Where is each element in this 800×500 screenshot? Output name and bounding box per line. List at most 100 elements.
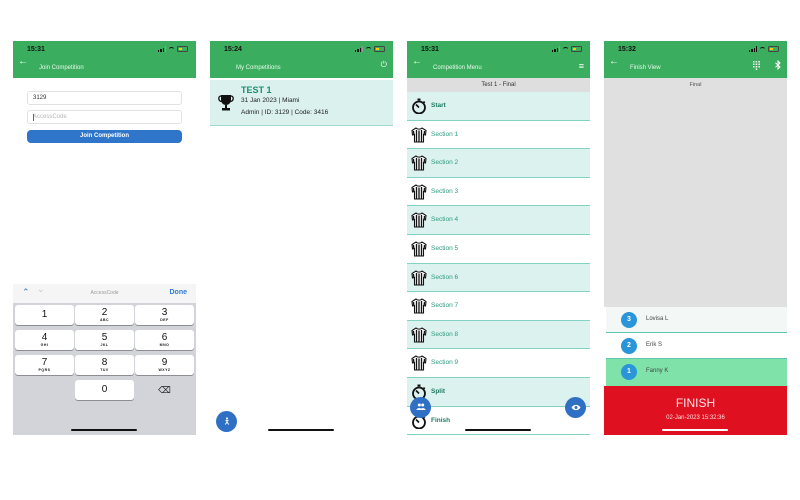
athlete-name: Erik S (646, 342, 663, 348)
wifi-icon (168, 46, 175, 52)
home-indicator[interactable] (268, 429, 334, 431)
done-button[interactable]: Done (170, 289, 188, 296)
menu-item-section-1[interactable]: Section 1 (407, 121, 590, 150)
menu-item-start[interactable]: Start (407, 92, 590, 121)
numeric-keyboard: ⌃ ⌄ AccessCode Done 1 2 ABC 3 DEF 4 GHI 5 JK… (13, 284, 196, 435)
menu-item-section-9[interactable]: Section 9 (407, 349, 590, 378)
keyboard-toolbar: ⌃ ⌄ AccessCode Done (13, 284, 196, 303)
back-arrow-icon[interactable]: ← (609, 56, 619, 67)
menu-item-label: Section 1 (431, 130, 459, 138)
result-row[interactable]: 3 Lovisa L (606, 307, 787, 333)
competition-date-location: 31 Jan 2023 | Miami (241, 97, 300, 104)
person-icon (224, 417, 229, 425)
competition-menu-list: Start Section 1 Section 2 Section 3 Section … (407, 92, 590, 435)
battery-icon (177, 46, 188, 52)
key-9[interactable]: 9 WXYZ (135, 355, 194, 375)
competition-card[interactable]: TEST 1 31 Jan 2023 | Miami Admin | ID: 3… (210, 80, 393, 126)
result-row-winner[interactable]: 1 Fanny K (606, 359, 787, 386)
menu-item-label: Section 4 (431, 216, 459, 224)
access-code-input[interactable]: AccessCode (27, 110, 182, 124)
jersey-icon (411, 241, 427, 257)
jersey-icon (411, 184, 427, 200)
page-title: Finish View (630, 65, 661, 71)
home-indicator[interactable] (662, 429, 728, 431)
battery-icon (768, 46, 779, 52)
competition-subheader: Test 1 - Final (407, 78, 590, 92)
menu-item-label: Section 7 (431, 302, 459, 310)
back-arrow-icon[interactable]: ← (18, 56, 28, 67)
app-bar: 15:32 ← Finish View (604, 41, 787, 78)
group-icon (416, 403, 425, 410)
rank-badge: 3 (621, 312, 637, 328)
result-row[interactable]: 2 Erik S (606, 333, 787, 359)
key-8[interactable]: 8 TUV (75, 355, 134, 375)
menu-item-section-5[interactable]: Section 5 (407, 235, 590, 264)
finish-timestamp: 02-Jan-2023 15:32:36 (666, 415, 725, 421)
key-3[interactable]: 3 DEF (135, 305, 194, 325)
finish-view-screen: 15:32 ← Finish View Final 3 Lovisa L 2 E… (604, 41, 787, 435)
status-icons (355, 46, 385, 52)
heat-label: Final (689, 82, 702, 88)
signal-icon (749, 46, 757, 52)
menu-item-label: Section 3 (431, 187, 459, 195)
key-4[interactable]: 4 GHI (15, 330, 74, 350)
view-fab-button[interactable] (565, 397, 586, 418)
athlete-name: Lovisa L (646, 316, 669, 322)
status-time: 15:31 (27, 46, 45, 53)
key-7[interactable]: 7 PQRS (15, 355, 74, 375)
competition-id-input[interactable]: 3129 (27, 91, 182, 105)
key-1[interactable]: 1 (15, 305, 74, 325)
finish-button[interactable]: FINISH 02-Jan-2023 15:32:36 (604, 386, 787, 435)
athlete-name: Fanny K (646, 368, 669, 374)
jersey-icon (411, 126, 427, 143)
delete-key-icon[interactable]: ⌫ (135, 380, 194, 400)
menu-item-label: Split (431, 387, 446, 395)
status-time: 15:24 (224, 46, 242, 53)
home-indicator[interactable] (71, 429, 137, 431)
competition-menu-screen: 15:31 ← Competition Menu ≡ Test 1 - Fina… (407, 41, 590, 435)
keypad-icon[interactable] (753, 61, 760, 70)
join-competition-button[interactable]: Join Competition (27, 130, 182, 143)
hamburger-menu-icon[interactable]: ≡ (579, 61, 584, 71)
app-bar: 15:31 ← Competition Menu ≡ (407, 41, 590, 78)
bluetooth-icon[interactable] (775, 60, 781, 70)
join-competition-screen: 15:31 ← Join Competition 3129 AccessCode… (13, 41, 196, 435)
status-time: 15:32 (618, 46, 636, 53)
menu-item-label: Section 9 (431, 359, 459, 367)
menu-item-section-3[interactable]: Section 3 (407, 178, 590, 207)
finish-label: FINISH (675, 396, 716, 410)
key-2[interactable]: 2 ABC (75, 305, 134, 325)
menu-item-split[interactable]: Split (407, 377, 590, 407)
trophy-icon (218, 95, 234, 111)
key-6[interactable]: 6 MNO (135, 330, 194, 350)
wifi-icon (562, 46, 569, 52)
app-bar: 15:24 My Competitions ⏻ (210, 41, 393, 78)
jersey-icon (411, 327, 427, 343)
signal-icon (552, 46, 560, 52)
person-fab-button[interactable] (216, 411, 237, 432)
menu-item-label: Start (431, 102, 446, 109)
back-arrow-icon[interactable]: ← (412, 56, 422, 67)
jersey-icon (411, 355, 427, 371)
menu-item-section-2[interactable]: Section 2 (407, 149, 590, 178)
page-title: Join Competition (39, 65, 84, 71)
power-icon[interactable]: ⏻ (381, 60, 387, 70)
wifi-icon (759, 46, 766, 52)
menu-item-section-7[interactable]: Section 7 (407, 292, 590, 321)
competition-details: Admin | ID: 3129 | Code: 3416 (241, 109, 329, 116)
app-bar: 15:31 ← Join Competition (13, 41, 196, 78)
battery-icon (374, 46, 385, 52)
participants-fab-button[interactable] (410, 397, 431, 418)
menu-item-section-6[interactable]: Section 6 (407, 263, 590, 293)
menu-item-section-4[interactable]: Section 4 (407, 206, 590, 235)
status-icons (749, 46, 779, 52)
menu-item-label: Finish (431, 416, 451, 424)
rank-badge: 2 (621, 338, 637, 354)
key-5[interactable]: 5 JKL (75, 330, 134, 350)
key-0[interactable]: 0 (75, 380, 134, 400)
page-title: Competition Menu (433, 65, 482, 71)
signal-icon (158, 46, 166, 52)
status-icons (158, 46, 188, 52)
home-indicator[interactable] (465, 429, 531, 431)
menu-item-section-8[interactable]: Section 8 (407, 320, 590, 350)
